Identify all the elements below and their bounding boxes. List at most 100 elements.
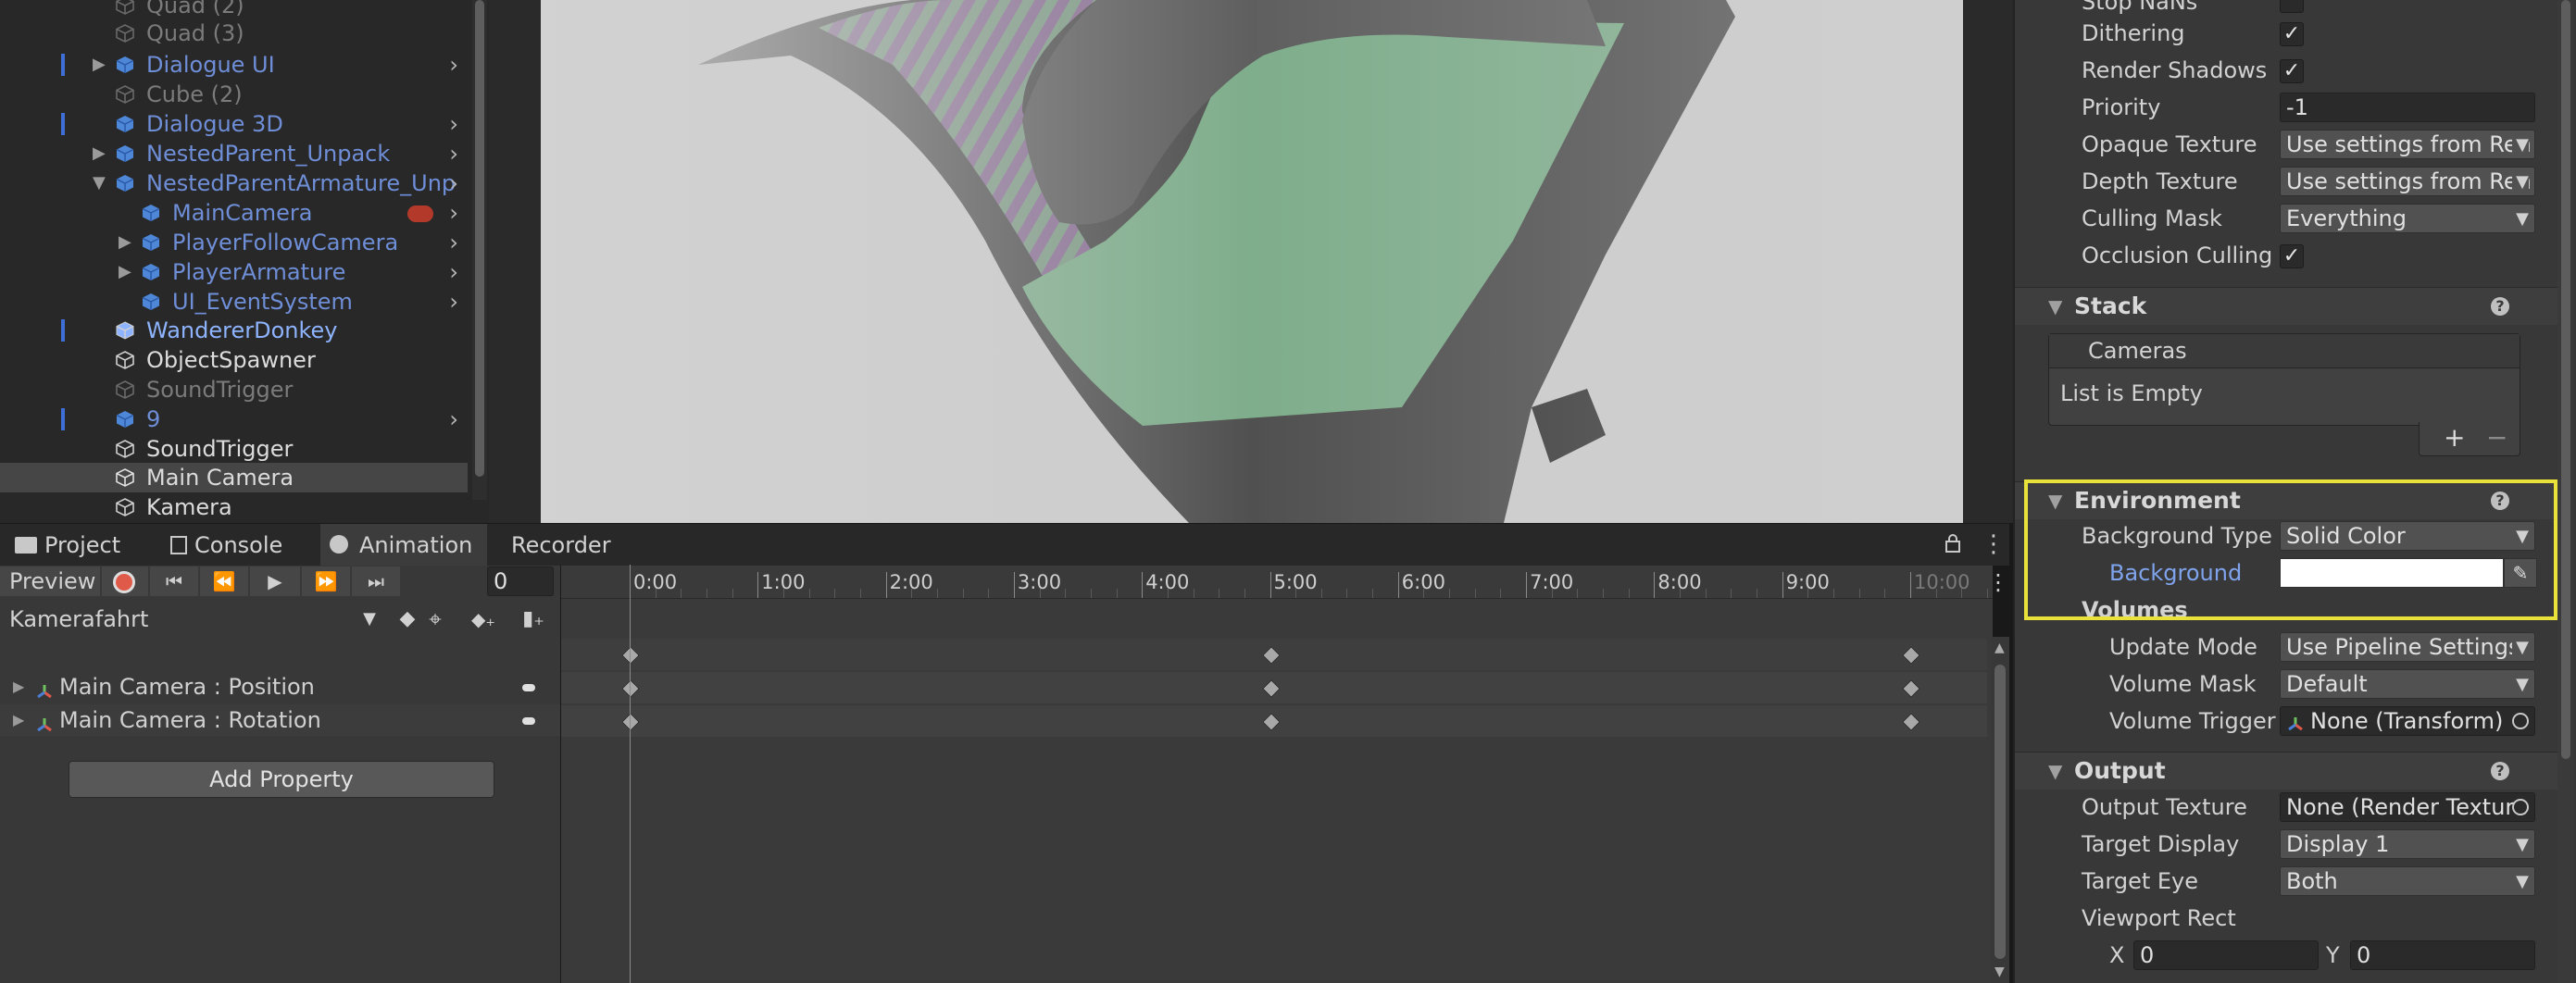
next-frame-button[interactable]: ⏩	[302, 566, 350, 596]
hierarchy-item[interactable]: 9 ›	[0, 404, 468, 434]
dithering-checkbox[interactable]: ✓	[2280, 22, 2304, 46]
remove-icon[interactable]: −	[2486, 422, 2507, 454]
stack-section-header[interactable]: ▼ Stack ?	[2015, 287, 2557, 325]
hierarchy-item[interactable]: Kamera	[0, 492, 468, 522]
tab-console[interactable]: Console	[165, 524, 313, 566]
expand-arrow-icon[interactable]: ▶	[119, 257, 131, 287]
object-picker-icon[interactable]	[2512, 799, 2529, 815]
viewport-y-field[interactable]: 0	[2350, 940, 2535, 970]
expand-arrow-icon[interactable]: ▶	[93, 139, 106, 168]
scroll-down-icon[interactable]: ▼	[1995, 964, 2005, 979]
render-shadows-checkbox[interactable]: ✓	[2280, 59, 2304, 83]
culling-mask-dropdown[interactable]: Everything ▼	[2280, 204, 2535, 233]
hierarchy-item[interactable]: ▼ NestedParentArmature_Unp ›	[0, 168, 468, 198]
hierarchy-item[interactable]: Dialogue 3D ›	[0, 109, 468, 139]
update-mode-dropdown[interactable]: Use Pipeline Settings ▼	[2280, 632, 2535, 662]
hierarchy-item[interactable]: ▶ PlayerArmature ›	[0, 257, 468, 287]
hierarchy-item[interactable]: ▶ NestedParent_Unpack ›	[0, 139, 468, 168]
keyframe[interactable]	[1902, 646, 1920, 665]
preview-button[interactable]: Preview	[0, 566, 100, 596]
target-display-dropdown[interactable]: Display 1 ▼	[2280, 829, 2535, 859]
add-property-button[interactable]: Add Property	[69, 761, 494, 798]
keyframe[interactable]	[1261, 713, 1281, 731]
expand-arrow-icon[interactable]: ▶	[93, 50, 106, 80]
hierarchy-item[interactable]: ▶ PlayerFollowCamera ›	[0, 228, 468, 257]
property-row[interactable]: ▶ Main Camera : Rotation	[0, 704, 560, 736]
keyframe[interactable]	[1261, 679, 1281, 698]
hierarchy-scrollbar[interactable]	[472, 0, 487, 500]
prev-frame-button[interactable]: ⏪	[200, 566, 248, 596]
record-button[interactable]	[102, 566, 148, 596]
object-picker-icon[interactable]	[2512, 713, 2529, 729]
scrollbar-thumb[interactable]	[1995, 665, 2006, 959]
timeline-options-icon[interactable]: ⋮	[1987, 566, 2009, 598]
inspector-scrollbar[interactable]	[2557, 0, 2574, 983]
keyframe[interactable]	[621, 646, 640, 665]
help-icon[interactable]: ?	[2491, 297, 2509, 316]
play-button[interactable]: ▶	[250, 566, 300, 596]
hierarchy-item[interactable]: SoundTrigger	[0, 434, 468, 464]
stop-nans-checkbox[interactable]	[2280, 0, 2304, 13]
opaque-texture-dropdown[interactable]: Use settings from Ren ▼	[2280, 130, 2535, 159]
lock-icon[interactable]	[1945, 533, 1961, 554]
hierarchy-item[interactable]: WandererDonkey	[0, 316, 468, 345]
keyframe[interactable]	[621, 679, 640, 698]
hierarchy-item-selected[interactable]: Main Camera	[0, 463, 468, 492]
scroll-up-icon[interactable]: ▲	[1995, 641, 2005, 655]
output-section-header[interactable]: ▼ Output ?	[2015, 752, 2557, 790]
keyframe[interactable]	[1261, 646, 1281, 665]
clip-dropdown[interactable]: Kamerafahrt ▼	[0, 602, 381, 637]
timeline-scrollbar[interactable]: ▲ ▼	[1991, 637, 2009, 983]
viewport-x-field[interactable]: 0	[2133, 940, 2319, 970]
chevron-right-icon[interactable]: ›	[449, 50, 458, 80]
chevron-right-icon[interactable]: ›	[449, 198, 458, 228]
scrollbar-thumb[interactable]	[2561, 0, 2570, 759]
volume-mask-dropdown[interactable]: Default ▼	[2280, 669, 2535, 699]
keyframe[interactable]	[1902, 679, 1920, 698]
snap-button[interactable]: ⌖	[415, 602, 456, 637]
add-event-button[interactable]: ▮₊	[511, 602, 556, 637]
tab-project[interactable]: Project	[9, 524, 157, 566]
last-frame-button[interactable]: ⏭	[352, 566, 400, 596]
expand-arrow-icon[interactable]: ▶	[119, 228, 131, 257]
priority-field[interactable]: -1	[2280, 93, 2535, 122]
playhead[interactable]	[630, 565, 631, 983]
animation-timeline[interactable]	[561, 566, 1993, 983]
keyframe[interactable]	[1902, 713, 1920, 731]
hierarchy-item[interactable]: ObjectSpawner	[0, 345, 468, 375]
target-eye-dropdown[interactable]: Both ▼	[2280, 866, 2535, 896]
keyframe[interactable]	[621, 713, 640, 731]
chevron-right-icon[interactable]: ›	[449, 109, 458, 139]
add-icon[interactable]: +	[2444, 422, 2465, 454]
scrollbar-thumb[interactable]	[475, 0, 484, 477]
help-icon[interactable]: ?	[2491, 762, 2509, 780]
frame-field[interactable]: 0	[487, 566, 554, 596]
chevron-right-icon[interactable]: ›	[449, 139, 458, 168]
toggle-dot-icon[interactable]	[522, 717, 535, 725]
chevron-right-icon[interactable]: ›	[449, 404, 458, 434]
first-frame-button[interactable]: ⏮	[150, 566, 198, 596]
chevron-right-icon[interactable]: ›	[449, 257, 458, 287]
hierarchy-item[interactable]: UI_EventSystem ›	[0, 287, 468, 317]
add-keyframe-button[interactable]: ◆₊	[461, 602, 506, 637]
game-view[interactable]	[541, 0, 1963, 523]
hierarchy-item[interactable]: SoundTrigger	[0, 375, 468, 404]
hierarchy-item[interactable]: ▶ Dialogue UI ›	[0, 50, 468, 80]
toggle-dot-icon[interactable]	[522, 684, 535, 691]
tab-recorder[interactable]: Recorder	[507, 524, 628, 566]
occlusion-culling-checkbox[interactable]: ✓	[2280, 244, 2304, 268]
expand-arrow-icon[interactable]: ▶	[13, 671, 24, 703]
hierarchy-item[interactable]: Quad (3)	[0, 19, 468, 48]
chevron-right-icon[interactable]: ›	[449, 168, 458, 198]
tab-animation[interactable]: Animation	[320, 524, 487, 566]
chevron-right-icon[interactable]: ›	[449, 287, 458, 317]
hierarchy-item[interactable]: Quad (2)	[0, 0, 468, 20]
chevron-right-icon[interactable]: ›	[449, 228, 458, 257]
output-texture-field[interactable]: None (Render Texture	[2280, 792, 2535, 822]
hierarchy-item[interactable]: Cube (2)	[0, 80, 468, 109]
depth-texture-dropdown[interactable]: Use settings from Ren ▼	[2280, 167, 2535, 196]
more-options-icon[interactable]: ⋮	[1982, 528, 2006, 561]
volume-trigger-field[interactable]: None (Transform)	[2280, 706, 2535, 736]
collapse-arrow-icon[interactable]: ▼	[93, 168, 106, 198]
expand-arrow-icon[interactable]: ▶	[13, 704, 24, 736]
